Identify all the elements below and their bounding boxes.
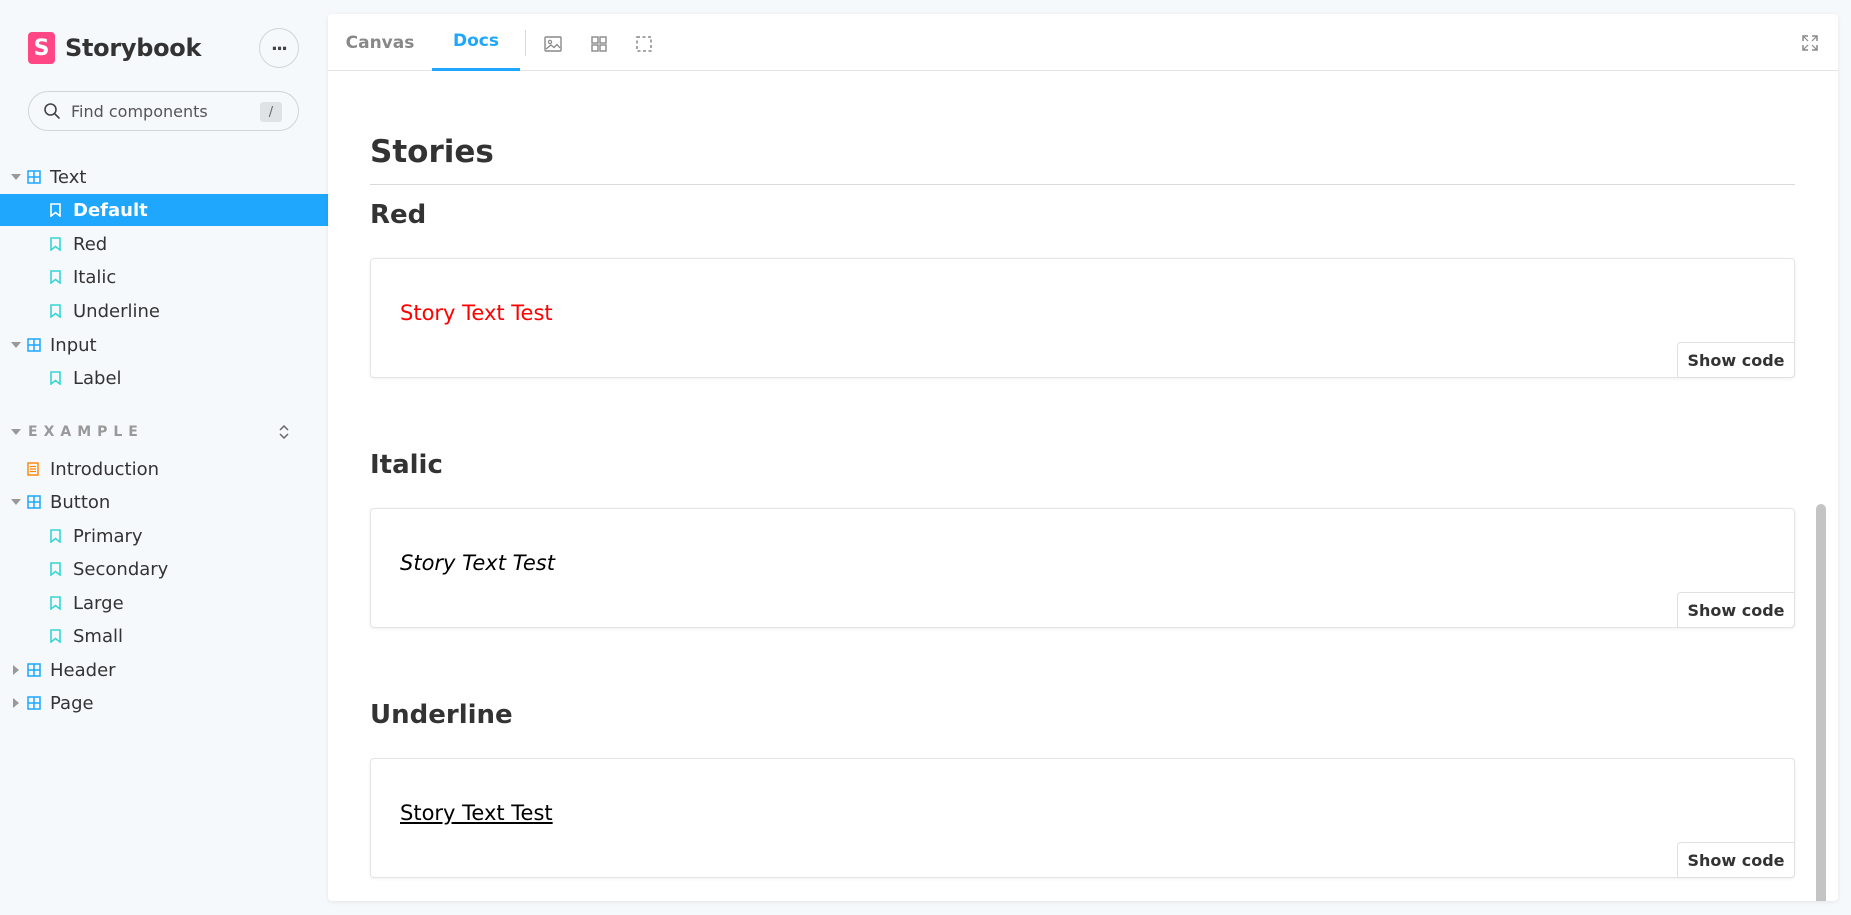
sidebar-item-page[interactable]: Page [0,687,328,719]
heading-divider [370,184,1795,185]
caret-down-icon [11,429,21,435]
sidebar-item-button[interactable]: Button [0,486,328,518]
search-shortcut-key: / [260,102,282,122]
sidebar-item-label: Default [73,199,148,221]
search-icon [43,102,61,120]
bookmark-icon [50,203,61,217]
more-menu-button[interactable]: ... [259,28,299,68]
sidebar-item-large[interactable]: Large [0,587,328,619]
sidebar: S Storybook ... / Text Default Red Itali… [0,0,328,915]
brand-name: Storybook [65,34,202,62]
sidebar-item-introduction[interactable]: Introduction [0,453,328,485]
document-icon [27,462,39,476]
caret-right-icon [13,665,19,675]
sidebar-item-secondary[interactable]: Secondary [0,553,328,585]
search-input[interactable] [71,101,251,121]
bookmark-icon [50,237,61,251]
story-title-red: Red [370,200,427,230]
sidebar-item-label: Button [50,491,111,513]
bookmark-icon [50,270,61,284]
bookmark-icon [50,596,61,610]
caret-down-icon [11,499,21,505]
caret-down-icon [11,342,21,348]
story-title-underline: Underline [370,700,513,730]
sidebar-item-label: Label [73,367,122,389]
sidebar-item-input[interactable]: Input [0,329,328,361]
component-icon [27,663,41,677]
component-icon [27,338,41,352]
scrollbar-thumb[interactable] [1816,504,1826,901]
bookmark-icon [50,371,61,385]
show-code-button[interactable]: Show code [1677,592,1795,628]
toolbar-divider [525,30,526,56]
story-preview-underline: Story Text Test Show code [370,758,1795,878]
section-label: EXAMPLE [28,424,144,440]
bookmark-icon [50,529,61,543]
fullscreen-icon[interactable] [1800,33,1820,53]
story-preview-italic: Story Text Test Show code [370,508,1795,628]
sidebar-item-label: Large [73,592,124,614]
tab-docs[interactable]: Docs [432,14,520,71]
component-icon [27,495,41,509]
tab-canvas[interactable]: Canvas [328,14,432,71]
sidebar-item-label: Introduction [50,458,160,480]
sidebar-item-label: Red [73,233,108,255]
grid-icon[interactable] [589,34,609,54]
sidebar-item-text[interactable]: Text [0,161,328,193]
outline-icon[interactable] [634,34,654,54]
storybook-logo-icon: S [28,32,55,64]
sidebar-item-label-story[interactable]: Label [0,362,328,394]
sidebar-item-label: Page [50,692,94,714]
sidebar-item-label: Underline [73,300,160,322]
brand[interactable]: S Storybook [28,32,201,64]
docs-content: Stories Red Story Text Test Show code It… [328,72,1838,901]
expand-collapse-icon[interactable] [276,423,292,441]
search-box[interactable]: / [28,91,299,131]
component-icon [27,170,41,184]
sidebar-item-default[interactable]: Default [0,194,328,226]
sidebar-item-header[interactable]: Header [0,654,328,686]
show-code-button[interactable]: Show code [1677,842,1795,878]
story-preview-text: Story Text Test [400,301,553,325]
bookmark-icon [50,629,61,643]
component-icon [27,696,41,710]
sidebar-item-italic[interactable]: Italic [0,261,328,293]
bookmark-icon [50,304,61,318]
bookmark-icon [50,562,61,576]
story-title-italic: Italic [370,450,443,480]
sidebar-item-label: Italic [73,266,117,288]
toolbar: Canvas Docs [328,14,1838,71]
stories-heading: Stories [370,134,494,170]
image-background-icon[interactable] [543,34,563,54]
sidebar-item-label: Text [50,166,87,188]
show-code-button[interactable]: Show code [1677,342,1795,378]
caret-right-icon [13,698,19,708]
sidebar-item-primary[interactable]: Primary [0,520,328,552]
story-preview-text: Story Text Test [400,551,555,575]
sidebar-item-label: Secondary [73,558,169,580]
sidebar-item-label: Primary [73,525,143,547]
sidebar-item-underline[interactable]: Underline [0,295,328,327]
main-panel: Canvas Docs Stories Red Story Text Test … [328,14,1838,901]
sidebar-item-label: Input [50,334,97,356]
story-preview-red: Story Text Test Show code [370,258,1795,378]
sidebar-item-label: Small [73,625,123,647]
sidebar-item-label: Header [50,659,116,681]
ellipsis-icon: ... [271,30,287,55]
story-preview-text: Story Text Test [400,801,553,825]
sidebar-item-small[interactable]: Small [0,620,328,652]
sidebar-item-red[interactable]: Red [0,228,328,260]
sidebar-section-example[interactable]: EXAMPLE [0,418,328,446]
caret-down-icon [11,174,21,180]
